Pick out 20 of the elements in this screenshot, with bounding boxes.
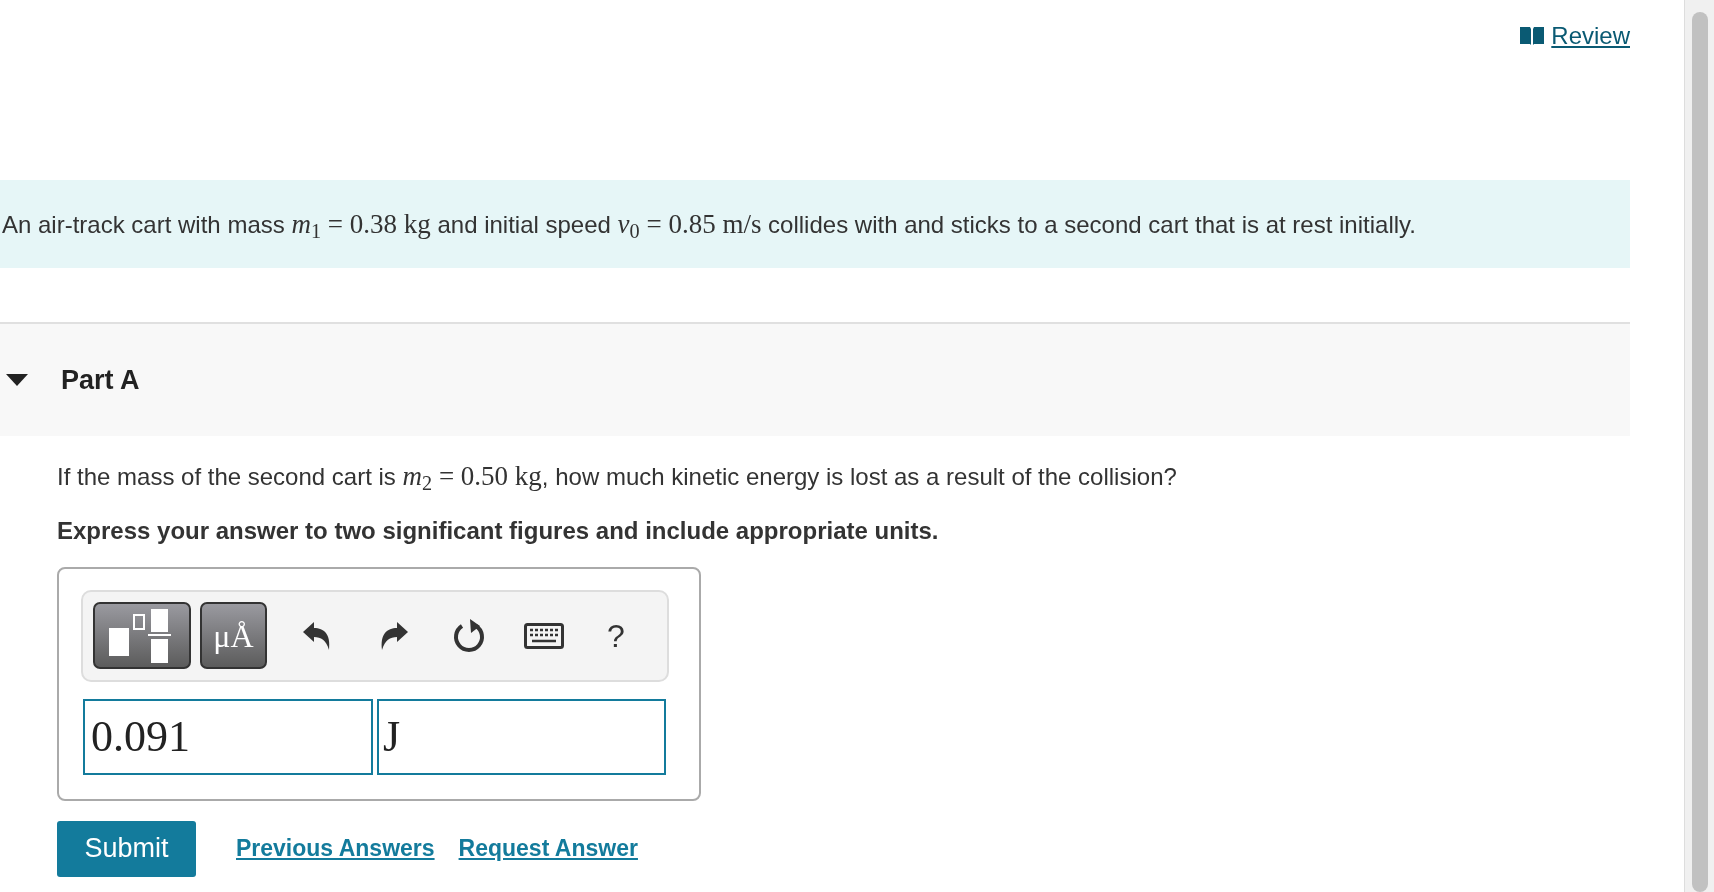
redo-icon[interactable] — [379, 619, 409, 652]
template-button[interactable] — [93, 602, 191, 669]
instruction-text: Express your answer to two significant figures and include appropriate units. — [57, 515, 940, 546]
answer-link[interactable]: Previous Answers — [236, 831, 435, 866]
scrollbar[interactable] — [1684, 0, 1714, 892]
part-title: Part A — [61, 363, 140, 397]
book-icon — [1519, 26, 1546, 46]
units-button[interactable]: μÅ — [200, 602, 267, 669]
answer-link[interactable]: Request Answer — [458, 831, 638, 866]
help-button[interactable]: ? — [607, 611, 625, 660]
reset-icon[interactable] — [452, 617, 486, 654]
review-link[interactable]: Review — [1519, 18, 1630, 54]
collapse-icon[interactable] — [6, 374, 28, 386]
keyboard-icon[interactable] — [524, 622, 564, 649]
submit-button[interactable]: Submit — [57, 820, 196, 877]
undo-icon[interactable] — [302, 619, 332, 652]
question-text: If the mass of the second cart is m$_{2}$ = 0.50 kg, how much kinetic energy is lost as a result of the collision? — [57, 460, 1178, 497]
units-field[interactable]: J — [377, 698, 666, 775]
problem-statement: An air-track cart with mass m$_{1}$ = 0.38 kg and initial speed v$_{0}$ = 0.85 m/s collides with and sticks to a second cart that is at rest initially. — [2, 207, 1416, 244]
answer-field[interactable]: 0.091 — [83, 698, 373, 775]
